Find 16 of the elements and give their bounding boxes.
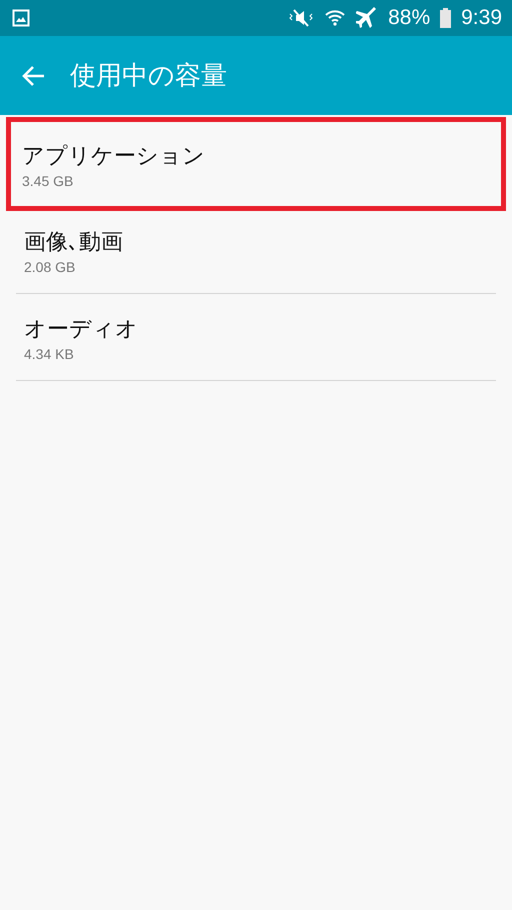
battery-icon <box>440 8 452 28</box>
battery-percent: 88% <box>388 6 430 30</box>
storage-item[interactable]: 画像､動画 2.08 GB <box>16 207 496 294</box>
airplane-icon <box>356 7 378 29</box>
screen-title: 使用中の容量 <box>70 60 227 93</box>
item-name: オーディオ <box>24 316 139 344</box>
item-name: アプリケーション <box>22 143 206 171</box>
image-icon <box>12 9 30 27</box>
mute-icon <box>288 8 314 28</box>
item-size: 3.45 GB <box>22 173 74 189</box>
item-size: 2.08 GB <box>24 259 76 275</box>
storage-item[interactable]: アプリケーション 3.45 GB <box>10 121 502 207</box>
clock: 9:39 <box>461 6 502 30</box>
item-name: 画像､動画 <box>24 229 124 257</box>
storage-item[interactable]: オーディオ 4.34 KB <box>16 294 496 381</box>
item-size: 4.34 KB <box>24 346 75 362</box>
